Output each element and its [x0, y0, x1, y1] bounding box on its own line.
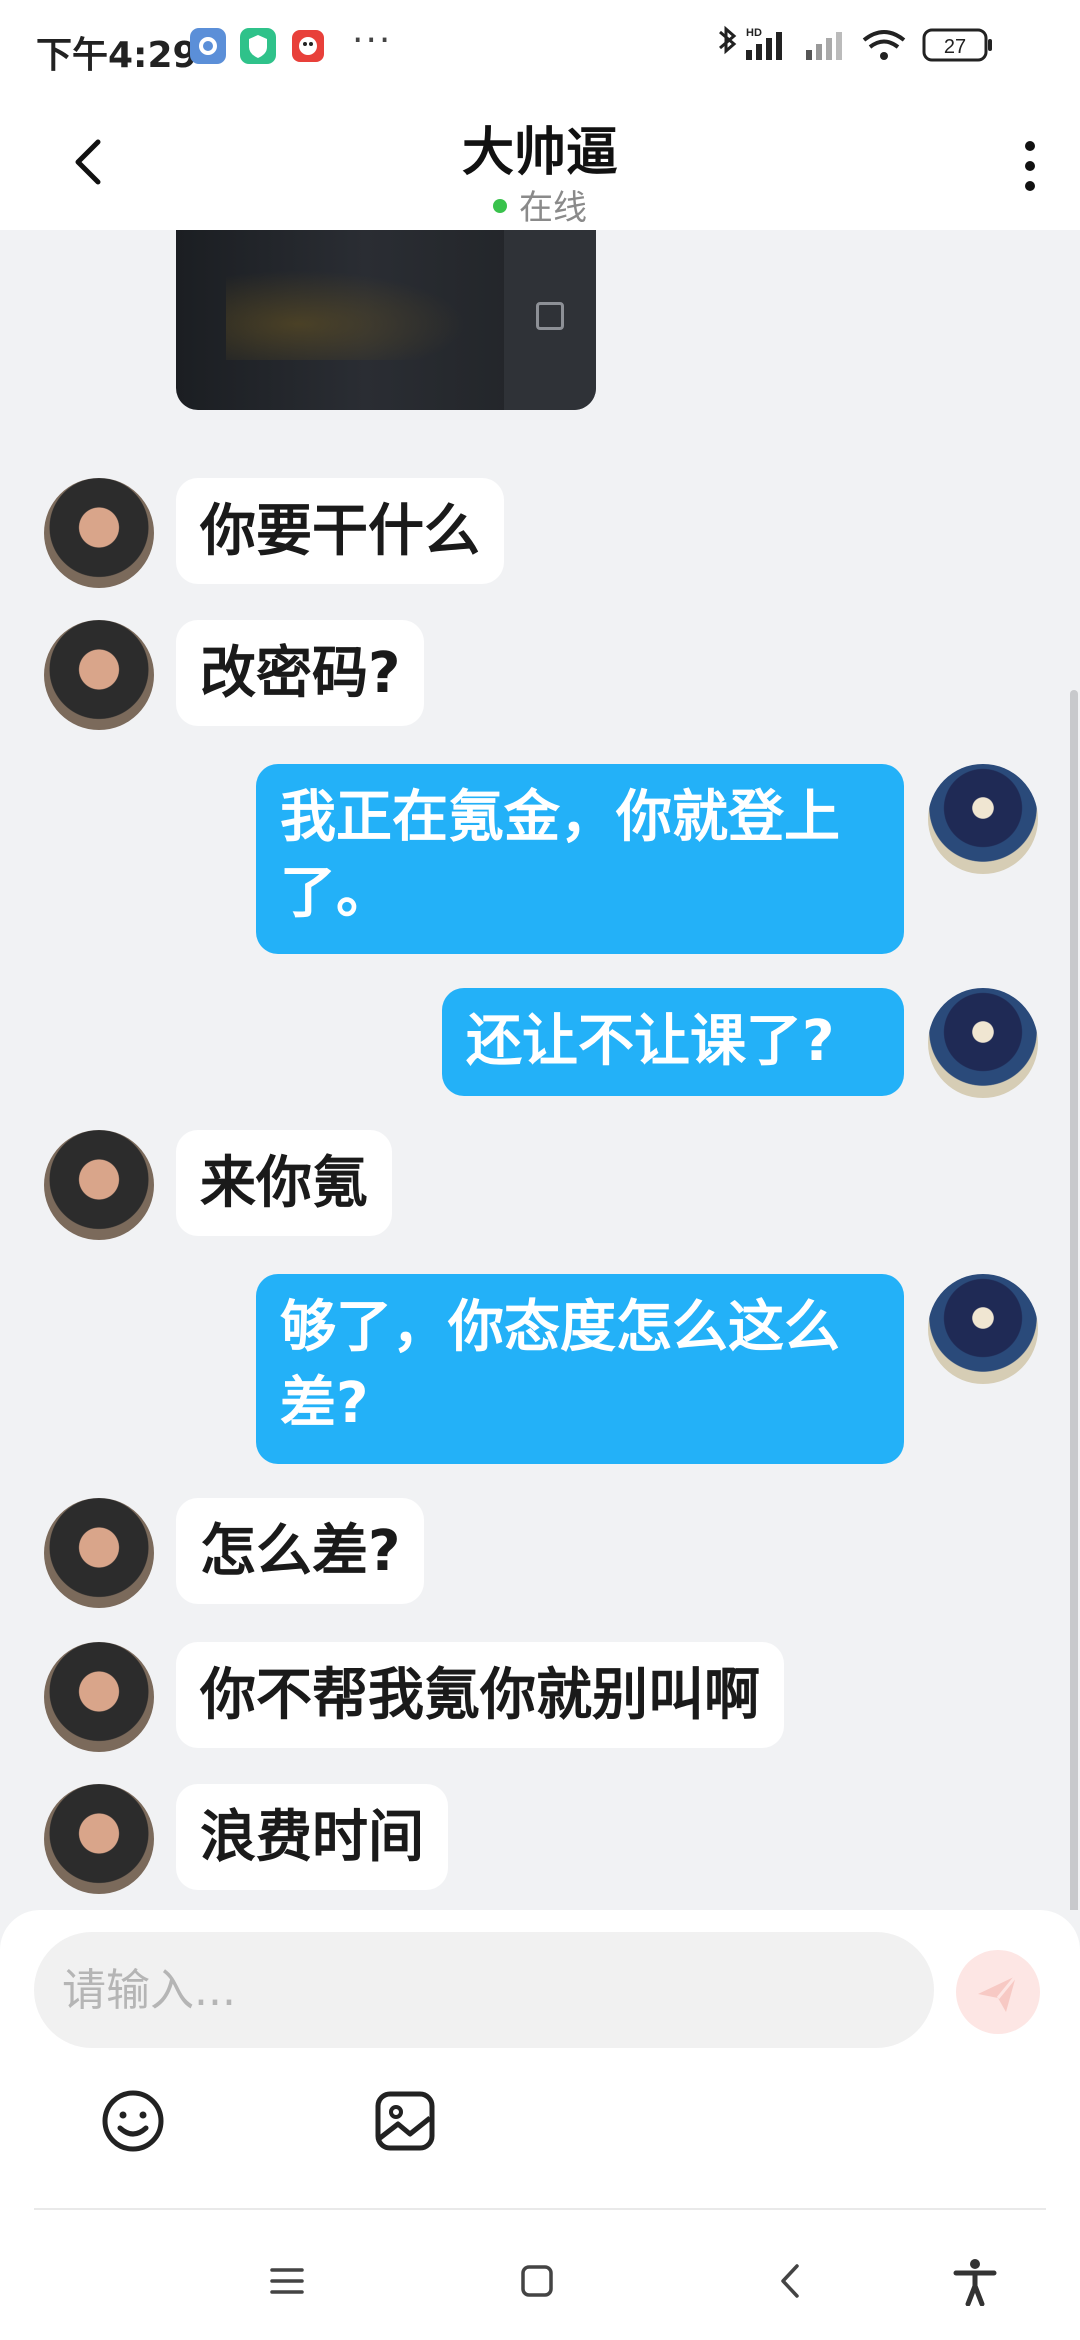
image-icon — [375, 2091, 435, 2151]
network-label: HD — [746, 27, 762, 39]
message-input[interactable] — [34, 1932, 934, 2048]
online-dot-icon — [493, 198, 507, 213]
blurred-image-content — [226, 270, 466, 360]
square-icon — [536, 302, 564, 330]
battery-icon: 27 — [922, 28, 992, 62]
settings-app-icon — [190, 28, 226, 64]
incoming-message[interactable]: 改密码? — [176, 620, 425, 726]
system-nav-bar — [0, 2220, 1080, 2340]
chat-title: 大帅逼 — [461, 123, 618, 183]
app-notification-icon — [290, 28, 326, 64]
image-side-panel — [504, 230, 596, 410]
self-avatar[interactable] — [928, 988, 1038, 1098]
security-app-icon — [240, 28, 276, 64]
image-picker-button[interactable] — [372, 2088, 438, 2154]
composer-divider — [34, 2208, 1046, 2210]
nav-recents-button[interactable] — [262, 2256, 312, 2306]
status-time: 下午4:29 — [36, 35, 198, 76]
incoming-message[interactable]: 来你氪 — [176, 1130, 392, 1236]
status-indicators: HD 27 — [719, 25, 992, 62]
nav-home-button[interactable] — [512, 2256, 562, 2306]
contact-avatar[interactable] — [44, 1130, 154, 1240]
paper-plane-icon — [978, 1975, 1018, 2012]
wifi-icon — [862, 30, 906, 60]
incoming-message[interactable]: 你要干什么 — [176, 478, 504, 584]
online-label: 在线 — [519, 188, 587, 228]
accessibility-icon — [953, 2259, 997, 2307]
outgoing-message[interactable]: 够了，你态度怎么这么差? — [256, 1274, 904, 1464]
more-options-button[interactable] — [1020, 136, 1040, 196]
contact-avatar[interactable] — [44, 1642, 154, 1752]
contact-avatar[interactable] — [44, 620, 154, 730]
battery-level: 27 — [944, 36, 966, 58]
self-avatar[interactable] — [928, 1274, 1038, 1384]
message-list[interactable]: 你要干什么 改密码? 我正在氪金，你就登上了。 还让不让课了? 来你氪 够了，你… — [0, 230, 1080, 1910]
status-more-icon: ··· — [352, 20, 393, 61]
incoming-message[interactable]: 你不帮我氪你就别叫啊 — [176, 1642, 784, 1748]
composer — [0, 1910, 1080, 2220]
contact-avatar[interactable] — [44, 478, 154, 588]
menu-icon — [270, 2268, 304, 2294]
back-icon — [781, 2264, 799, 2298]
online-status: 在线 — [0, 180, 1080, 229]
contact-avatar[interactable] — [44, 1784, 154, 1894]
chat-header: 大帅逼 在线 — [0, 96, 1080, 230]
outgoing-message[interactable]: 我正在氪金，你就登上了。 — [256, 764, 904, 954]
scrollbar[interactable] — [1070, 690, 1078, 1910]
contact-avatar[interactable] — [44, 1498, 154, 1608]
emoji-button[interactable] — [100, 2088, 166, 2154]
nav-back-button[interactable] — [766, 2256, 816, 2306]
more-vertical-icon — [1025, 141, 1035, 191]
signal-strength-icon: HD — [746, 27, 782, 60]
outgoing-message[interactable]: 还让不让课了? — [442, 988, 904, 1096]
home-icon — [521, 2265, 553, 2297]
send-button[interactable] — [956, 1950, 1040, 2034]
incoming-message[interactable]: 浪费时间 — [176, 1784, 448, 1890]
bluetooth-icon — [719, 25, 737, 55]
nav-accessibility-button[interactable] — [950, 2256, 1000, 2307]
self-avatar[interactable] — [928, 764, 1038, 874]
smiley-icon — [102, 2090, 164, 2152]
signal-strength-2-icon — [806, 32, 842, 60]
status-bar: 下午4:29 ··· HD 27 — [0, 0, 1080, 96]
incoming-message[interactable]: 怎么差? — [176, 1498, 425, 1604]
image-message[interactable] — [176, 230, 596, 410]
